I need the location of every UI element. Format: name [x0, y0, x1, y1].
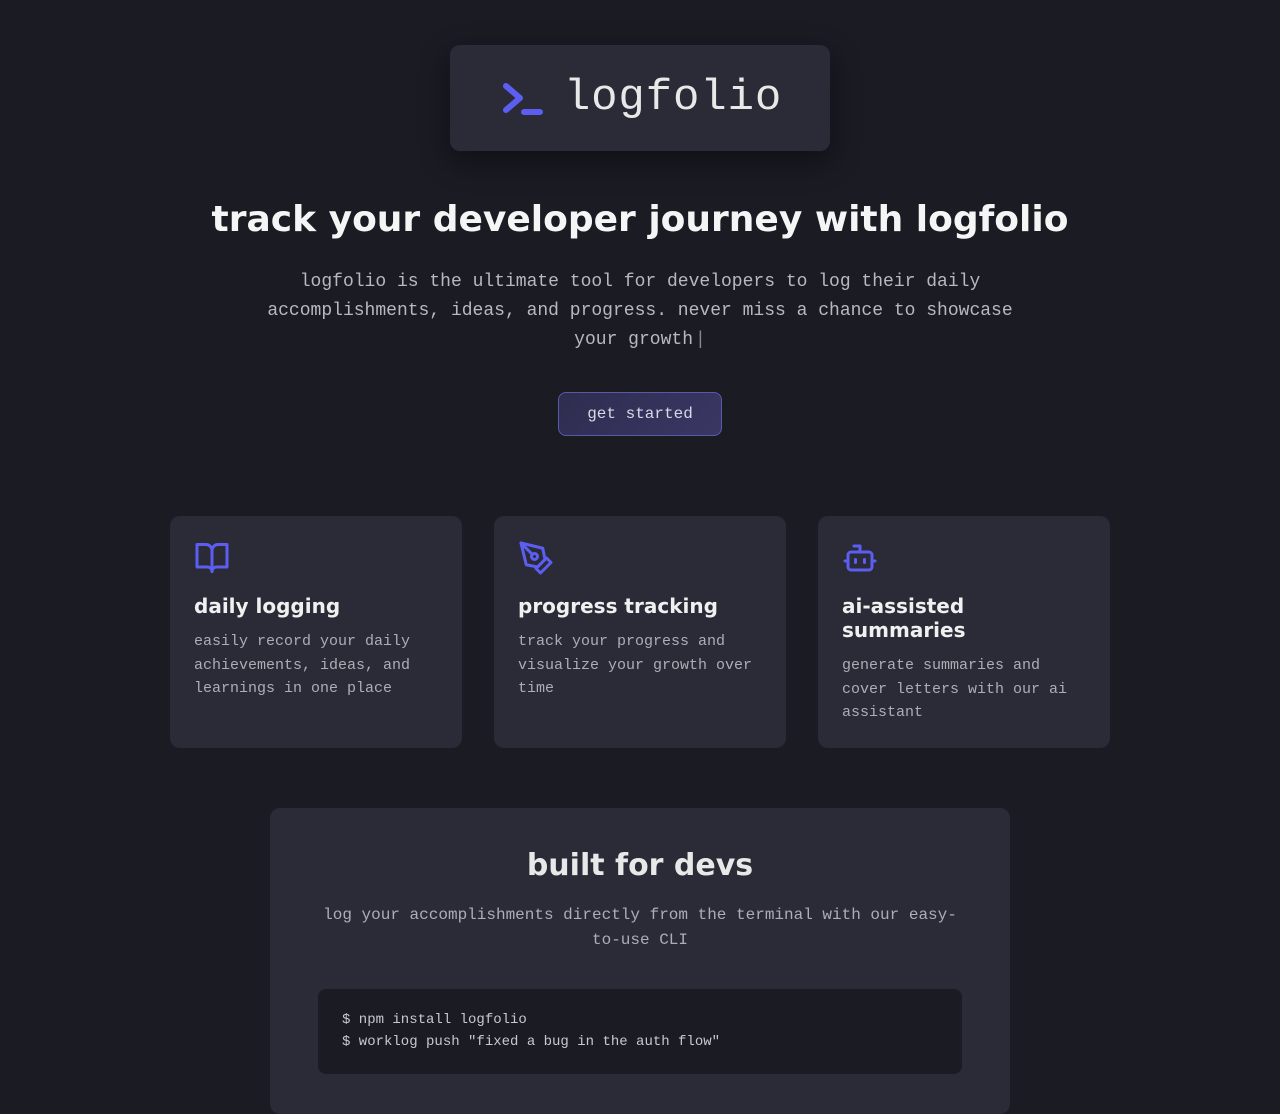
- logo: logfolio: [450, 45, 830, 151]
- cli-title: built for devs: [318, 848, 962, 883]
- book-open-icon: [194, 540, 438, 576]
- code-line: $ worklog push "fixed a bug in the auth …: [342, 1031, 938, 1053]
- code-line: $ npm install logfolio: [342, 1009, 938, 1031]
- hero-subtitle: logfolio is the ultimate tool for develo…: [250, 268, 1030, 354]
- get-started-button[interactable]: get started: [558, 392, 722, 436]
- bot-icon: [842, 540, 1086, 576]
- cli-code-block: $ npm install logfolio $ worklog push "f…: [318, 989, 962, 1074]
- cli-lead: log your accomplishments directly from t…: [318, 903, 962, 953]
- feature-card-daily-logging: daily logging easily record your daily a…: [170, 516, 462, 748]
- pen-tool-icon: [518, 540, 762, 576]
- feature-body: generate summaries and cover letters wit…: [842, 654, 1086, 724]
- cli-section: built for devs log your accomplishments …: [270, 808, 1010, 1113]
- feature-title: daily logging: [194, 594, 438, 618]
- feature-title: ai-assisted summaries: [842, 594, 1086, 642]
- feature-body: easily record your daily achievements, i…: [194, 630, 438, 700]
- feature-title: progress tracking: [518, 594, 762, 618]
- feature-body: track your progress and visualize your g…: [518, 630, 762, 700]
- terminal-icon: [498, 74, 546, 122]
- feature-card-ai-summaries: ai-assisted summaries generate summaries…: [818, 516, 1110, 748]
- feature-card-progress-tracking: progress tracking track your progress an…: [494, 516, 786, 748]
- hero-title: track your developer journey with logfol…: [170, 199, 1110, 240]
- brand-name: logfolio: [564, 73, 782, 123]
